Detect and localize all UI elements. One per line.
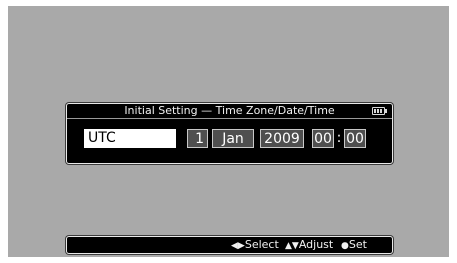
time-zone-field[interactable]: UTC [84,129,176,148]
left-right-arrows-icon: ◀▶ [231,241,245,251]
adjust-hint: ▲▼Adjust [285,237,333,254]
dialog-header: Initial Setting — Time Zone/Date/Time [67,104,392,119]
adjust-hint-label: Adjust [298,238,334,251]
minute-field[interactable]: 00 [344,129,366,148]
set-hint: ●Set [341,237,367,254]
dialog-title: Initial Setting — Time Zone/Date/Time [124,104,335,117]
set-hint-label: Set [348,238,367,251]
control-hint-bar: ◀▶Select ▲▼Adjust ●Set [66,236,393,254]
camera-screen: Initial Setting — Time Zone/Date/Time UT… [8,6,449,257]
day-field[interactable]: 1 [187,129,208,148]
up-down-arrows-icon: ▲▼ [285,241,299,251]
dot-icon: ● [341,241,349,251]
hour-field[interactable]: 00 [312,129,334,148]
time-zone-date-time-dialog: Initial Setting — Time Zone/Date/Time UT… [66,103,393,164]
battery-icon [372,107,387,115]
year-field[interactable]: 2009 [260,129,304,148]
time-separator: : [336,130,342,146]
month-field[interactable]: Jan [212,129,254,148]
select-hint-label: Select [244,238,279,251]
select-hint: ◀▶Select [231,237,279,254]
